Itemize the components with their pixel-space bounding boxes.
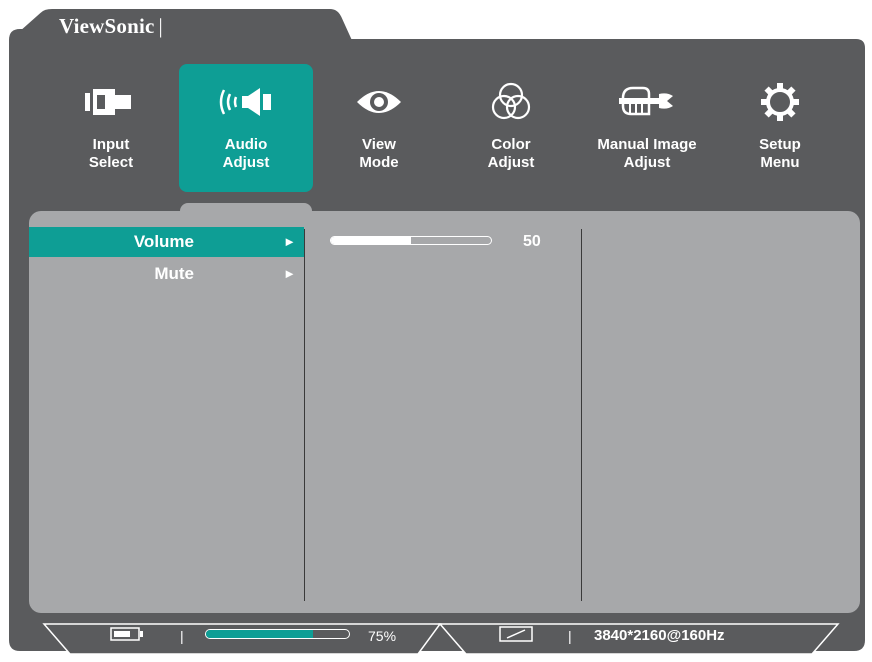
- menu-item-label: Volume: [133, 232, 194, 251]
- status-progress-fill: [206, 630, 314, 638]
- color-circles-icon: [444, 82, 578, 122]
- tab-label-line2: Mode: [359, 154, 399, 171]
- gear-icon: [713, 82, 847, 122]
- menu-item-mute[interactable]: Mute ►: [29, 259, 304, 289]
- tab-manual-image-adjust[interactable]: Manual Image Adjust: [580, 64, 714, 192]
- tab-label-line2: Adjust: [487, 154, 535, 171]
- tab-label-line1: Manual Image: [597, 136, 697, 153]
- tab-label-line2: Menu: [760, 154, 800, 171]
- input-select-icon: [44, 82, 178, 122]
- tab-label-line1: Color: [491, 136, 531, 153]
- status-separator: |: [568, 628, 572, 644]
- tab-view-mode[interactable]: View Mode: [312, 64, 446, 192]
- status-bar: | 75% | 3840*2160@160Hz: [0, 620, 872, 662]
- tab-audio-adjust[interactable]: Audio Adjust: [179, 64, 313, 192]
- status-progress-bar: [205, 629, 350, 639]
- tab-label-line1: View: [362, 136, 396, 153]
- audio-icon: [179, 82, 313, 122]
- tab-label-line2: Select: [88, 154, 134, 171]
- tab-setup-menu[interactable]: Setup Menu: [713, 64, 847, 192]
- brand-separator: |: [158, 14, 163, 38]
- arrow-right-icon: ►: [283, 266, 296, 281]
- hand-wrench-icon: [580, 82, 714, 122]
- tab-input-select[interactable]: Input Select: [44, 64, 178, 192]
- tab-label-line2: Adjust: [222, 154, 270, 171]
- tab-label-line1: Audio: [224, 136, 268, 153]
- arrow-right-icon: ►: [283, 234, 296, 249]
- volume-value: 50: [523, 233, 541, 250]
- brand-name: ViewSonic: [59, 14, 155, 38]
- tab-label-line2: Adjust: [623, 154, 671, 171]
- menu-item-label: Mute: [154, 264, 194, 283]
- resolution-text: 3840*2160@160Hz: [594, 627, 725, 644]
- eye-icon: [312, 82, 446, 122]
- tab-color-adjust[interactable]: Color Adjust: [444, 64, 578, 192]
- column-divider-left: [304, 229, 305, 601]
- column-divider-right: [581, 229, 582, 601]
- tab-label-line1: Input: [92, 136, 130, 153]
- volume-slider-fill: [331, 237, 411, 244]
- menu-item-volume[interactable]: Volume ►: [29, 227, 304, 257]
- tab-label-line1: Setup: [759, 136, 801, 153]
- status-separator: |: [180, 628, 184, 644]
- content-panel: Volume ► Mute ► 50: [29, 211, 860, 613]
- status-progress-label: 75%: [368, 628, 397, 644]
- brand-logo: ViewSonic |: [59, 14, 163, 39]
- volume-slider[interactable]: [330, 236, 492, 245]
